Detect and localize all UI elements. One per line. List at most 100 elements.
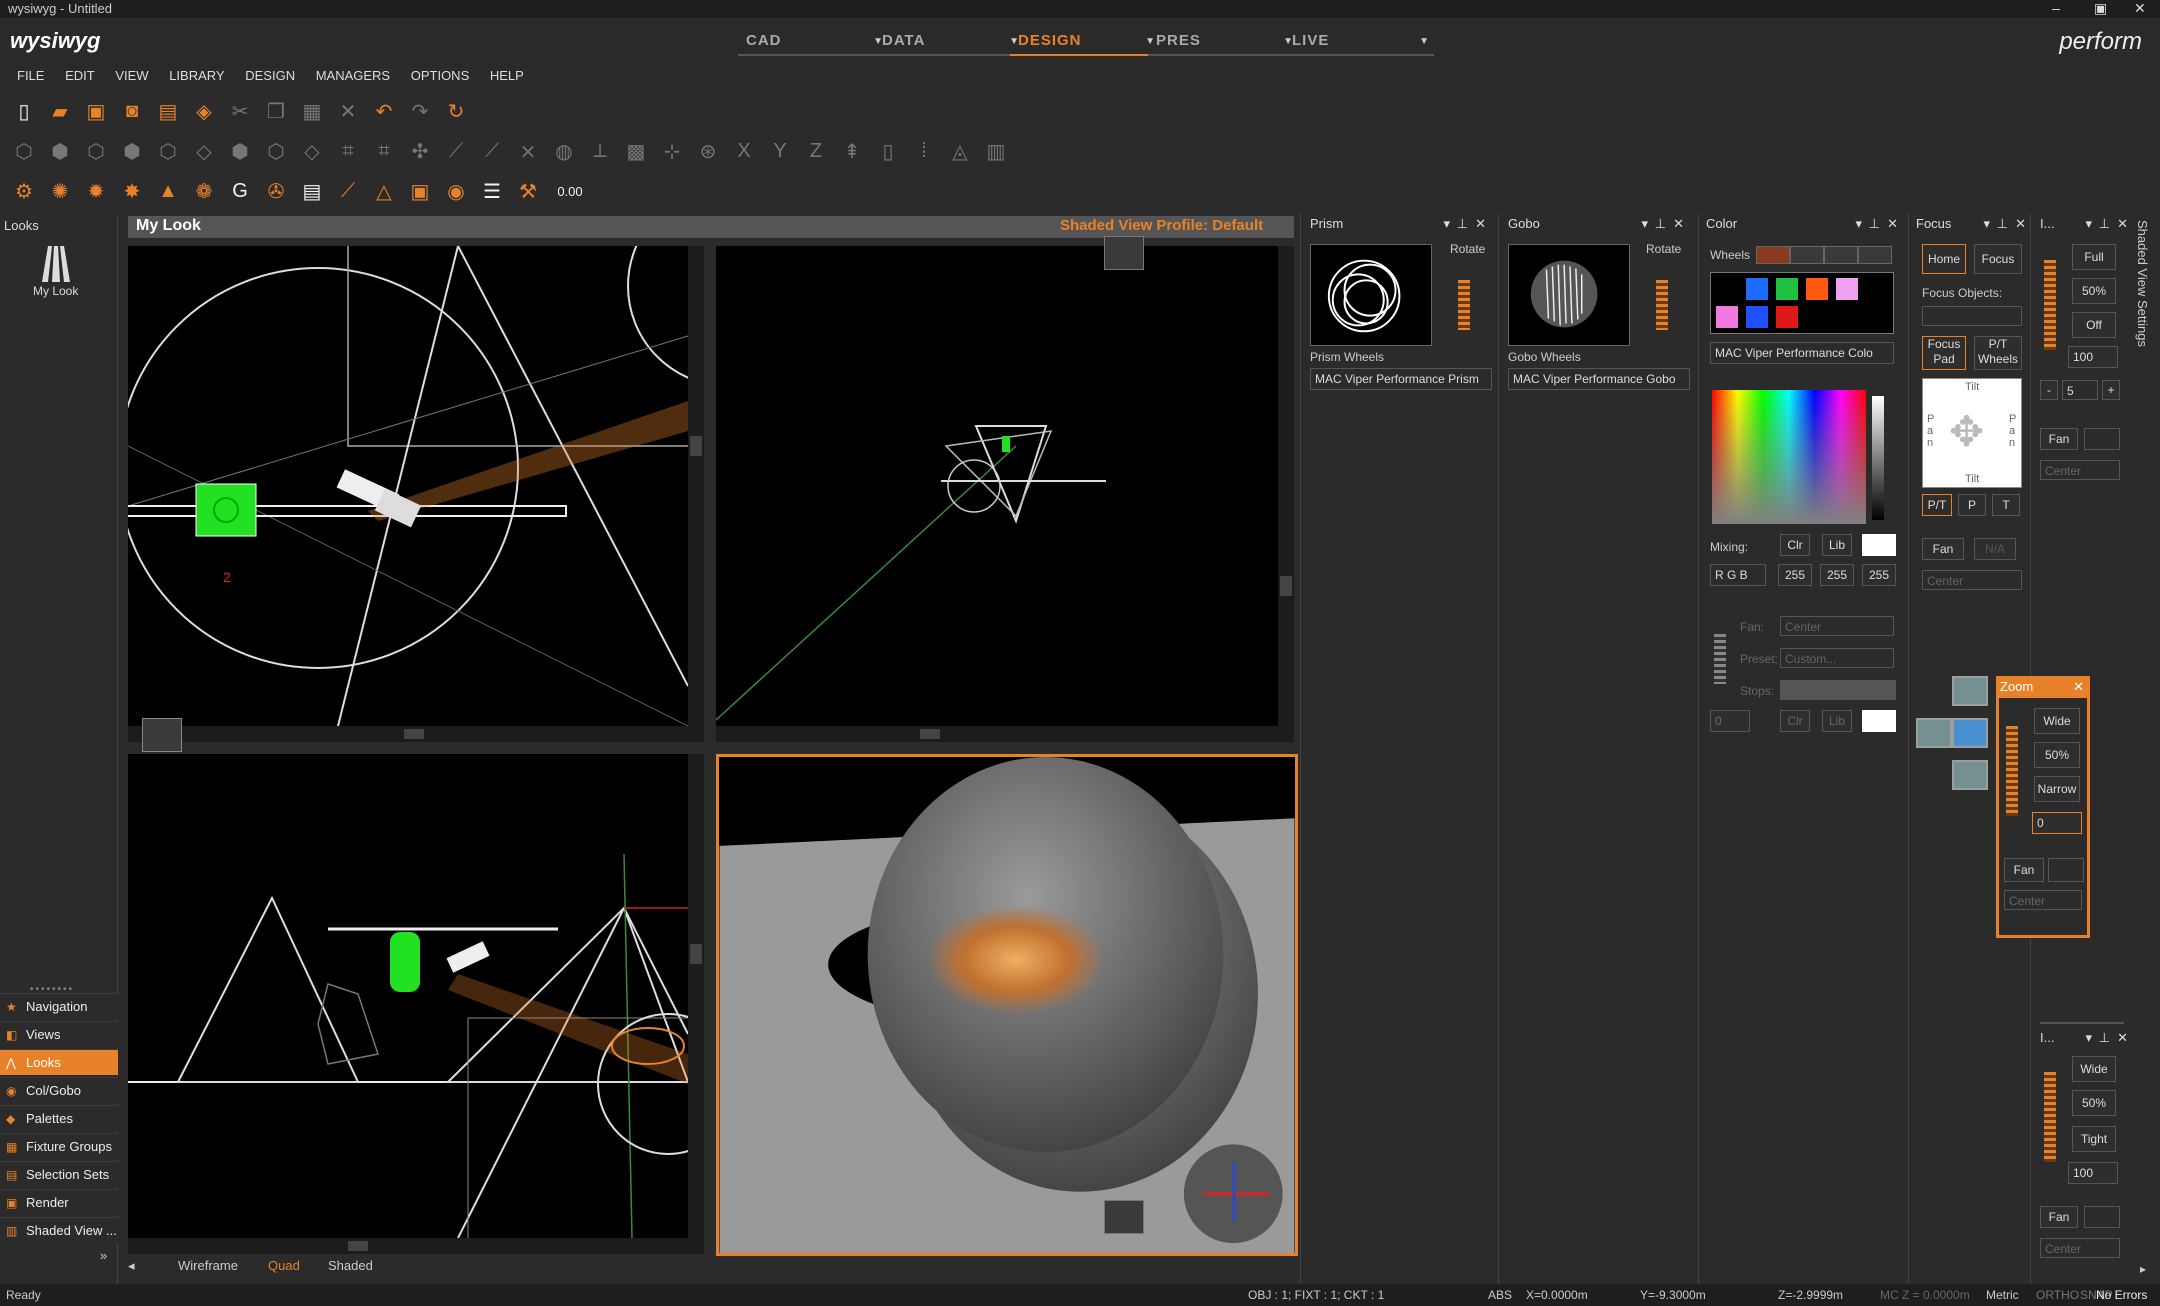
focus-focus-button[interactable]: Focus	[1974, 244, 2022, 274]
snap-end-icon[interactable]: ⟋	[478, 137, 506, 165]
print-icon[interactable]: ▤	[154, 97, 182, 125]
nav-views[interactable]: ◧ Views	[0, 1021, 118, 1047]
list-icon[interactable]: ☰	[478, 177, 506, 205]
mouse-icon[interactable]: ▯	[874, 137, 902, 165]
close-icon[interactable]: ✕	[1887, 216, 1898, 232]
zoom-fan-button[interactable]: Fan	[2004, 858, 2044, 882]
beam-wide-button[interactable]: Wide	[2072, 1056, 2116, 1082]
new-icon[interactable]: ▯	[10, 97, 38, 125]
snap-point-icon[interactable]: ✣	[406, 137, 434, 165]
beam-fan-center-select[interactable]: Center	[2040, 1238, 2120, 1258]
zoom-half-button[interactable]: 50%	[2034, 742, 2080, 768]
snap-mid-icon[interactable]: ⌗	[370, 137, 398, 165]
beam-half-button[interactable]: 50%	[2072, 1090, 2116, 1116]
axis-z-icon[interactable]: Z	[802, 137, 830, 165]
color-preset-select[interactable]: Custom...	[1780, 648, 1894, 668]
save-icon[interactable]: ▣	[82, 97, 110, 125]
red-value-field[interactable]: 255	[1778, 564, 1812, 586]
focus-fan-button[interactable]: Fan	[1922, 538, 1964, 560]
expand-chevron-icon[interactable]: »	[100, 1248, 107, 1263]
mode-data[interactable]: DATA ▼	[874, 32, 1024, 56]
dropdown-icon[interactable]: ▾	[2085, 216, 2092, 232]
nav-fixture-groups[interactable]: ▦ Fixture Groups	[0, 1133, 118, 1159]
scroll-thumb[interactable]	[404, 729, 424, 739]
viewport-nav-button[interactable]	[1104, 1200, 1144, 1234]
dropdown-icon[interactable]: ▾	[1983, 216, 1990, 232]
viewport-side-hscroll[interactable]	[128, 1238, 704, 1254]
viewport-top-hscroll[interactable]	[128, 726, 704, 742]
color-stops-bar[interactable]	[1780, 680, 1896, 700]
gobo-wheel-preview[interactable]	[1508, 244, 1630, 346]
grid-dots-icon[interactable]: ⁞	[910, 137, 938, 165]
mode-design[interactable]: DESIGN ▼	[1010, 32, 1160, 56]
zoom-wide-button[interactable]: Wide	[2034, 708, 2080, 734]
beam-tight-button[interactable]: Tight	[2072, 1126, 2116, 1152]
menu-help[interactable]: HELP	[490, 68, 524, 83]
cube-front-icon[interactable]: ⬡	[82, 137, 110, 165]
pan-button[interactable]: P	[1958, 494, 1986, 516]
cube-iso-icon[interactable]: ◇	[190, 137, 218, 165]
color-swatch-magenta[interactable]	[1716, 306, 1738, 328]
gobo-g-icon[interactable]: G	[226, 177, 254, 205]
refresh-icon[interactable]: ↻	[442, 97, 470, 125]
close-button[interactable]: ✕	[2134, 0, 2146, 18]
color-swatch-red[interactable]	[1776, 306, 1798, 328]
dropdown-icon[interactable]: ▾	[2085, 1030, 2092, 1046]
intensity-fader[interactable]	[2040, 240, 2060, 370]
menu-managers[interactable]: MANAGERS	[316, 68, 390, 83]
focus-pad[interactable]: Tilt Tilt P a n P a n ✥	[1922, 378, 2022, 488]
menu-file[interactable]: FILE	[17, 68, 44, 83]
nav-render[interactable]: ▣ Render	[0, 1189, 118, 1215]
viewport-side-vscroll[interactable]	[688, 754, 704, 1238]
wheel-select-4[interactable]	[1858, 246, 1892, 264]
nav-palettes[interactable]: ◆ Palettes	[0, 1105, 118, 1131]
viewport-side[interactable]	[128, 754, 688, 1238]
cube-select-icon[interactable]: ⬢	[226, 137, 254, 165]
nav-looks[interactable]: ⋀ Looks	[0, 1049, 118, 1075]
intensity-fan-center-select[interactable]: Center	[2040, 460, 2120, 480]
fixture-tool-icon[interactable]: ⚙	[10, 177, 38, 205]
tab-shaded[interactable]: Shaded	[328, 1258, 373, 1273]
scroll-thumb[interactable]	[348, 1241, 368, 1251]
color-swatch-deep-blue[interactable]	[1746, 306, 1768, 328]
spot-icon[interactable]: ✹	[82, 177, 110, 205]
beam-fader[interactable]	[2040, 1052, 2060, 1182]
mode-pres[interactable]: PRES ▼	[1148, 32, 1298, 56]
nav-shaded-view[interactable]: ▥ Shaded View ...	[0, 1217, 118, 1243]
viewport-shaded[interactable]	[716, 754, 1298, 1256]
pt-wheels-button[interactable]: P/T Wheels	[1974, 336, 2022, 370]
intensity-plus-button[interactable]: +	[2102, 380, 2120, 400]
dock-guide-bottom[interactable]	[1952, 760, 1988, 790]
minimize-button[interactable]: –	[2052, 0, 2060, 18]
undo-icon[interactable]: ↶	[370, 97, 398, 125]
cone-icon[interactable]: ▲	[154, 177, 182, 205]
status-ortho[interactable]: ORTHO	[2036, 1284, 2079, 1306]
pin-icon[interactable]: ⊥	[1655, 216, 1666, 232]
nav-navigation[interactable]: ★ Navigation	[0, 993, 118, 1019]
line-tool-icon[interactable]: ⟋	[334, 177, 362, 205]
scroll-thumb[interactable]	[690, 436, 702, 456]
intensity-off-button[interactable]: Off	[2072, 312, 2116, 338]
look-label[interactable]: My Look	[33, 284, 78, 298]
blue-value-field[interactable]: 255	[1862, 564, 1896, 586]
nav-colgobo[interactable]: ◉ Col/Gobo	[0, 1077, 118, 1103]
cube-back-icon[interactable]: ⬡	[154, 137, 182, 165]
close-icon[interactable]: ✕	[2073, 676, 2084, 698]
mixing-library-button[interactable]: Lib	[1822, 534, 1852, 556]
close-icon[interactable]: ✕	[2117, 1030, 2128, 1046]
intensity-fan-value[interactable]	[2084, 428, 2120, 450]
nav-selection-sets[interactable]: ▤ Selection Sets	[0, 1161, 118, 1187]
wrench-icon[interactable]: ⚒	[514, 177, 542, 205]
beam-fan-value[interactable]	[2084, 1206, 2120, 1228]
shaded-profile-label[interactable]: Shaded View Profile: Default	[1060, 217, 1263, 234]
zoom-fan-value[interactable]	[2048, 858, 2084, 882]
beam-value-field[interactable]: 100	[2068, 1162, 2118, 1184]
menu-design[interactable]: DESIGN	[245, 68, 295, 83]
prism-wheel-preview[interactable]	[1310, 244, 1432, 346]
axis-y-icon[interactable]: Y	[766, 137, 794, 165]
zoom-narrow-button[interactable]: Narrow	[2034, 776, 2080, 802]
green-value-field[interactable]: 255	[1820, 564, 1854, 586]
close-icon[interactable]: ✕	[1673, 216, 1684, 232]
dropdown-icon[interactable]: ▾	[1443, 216, 1450, 232]
pin-icon[interactable]: ⊥	[2099, 216, 2110, 232]
